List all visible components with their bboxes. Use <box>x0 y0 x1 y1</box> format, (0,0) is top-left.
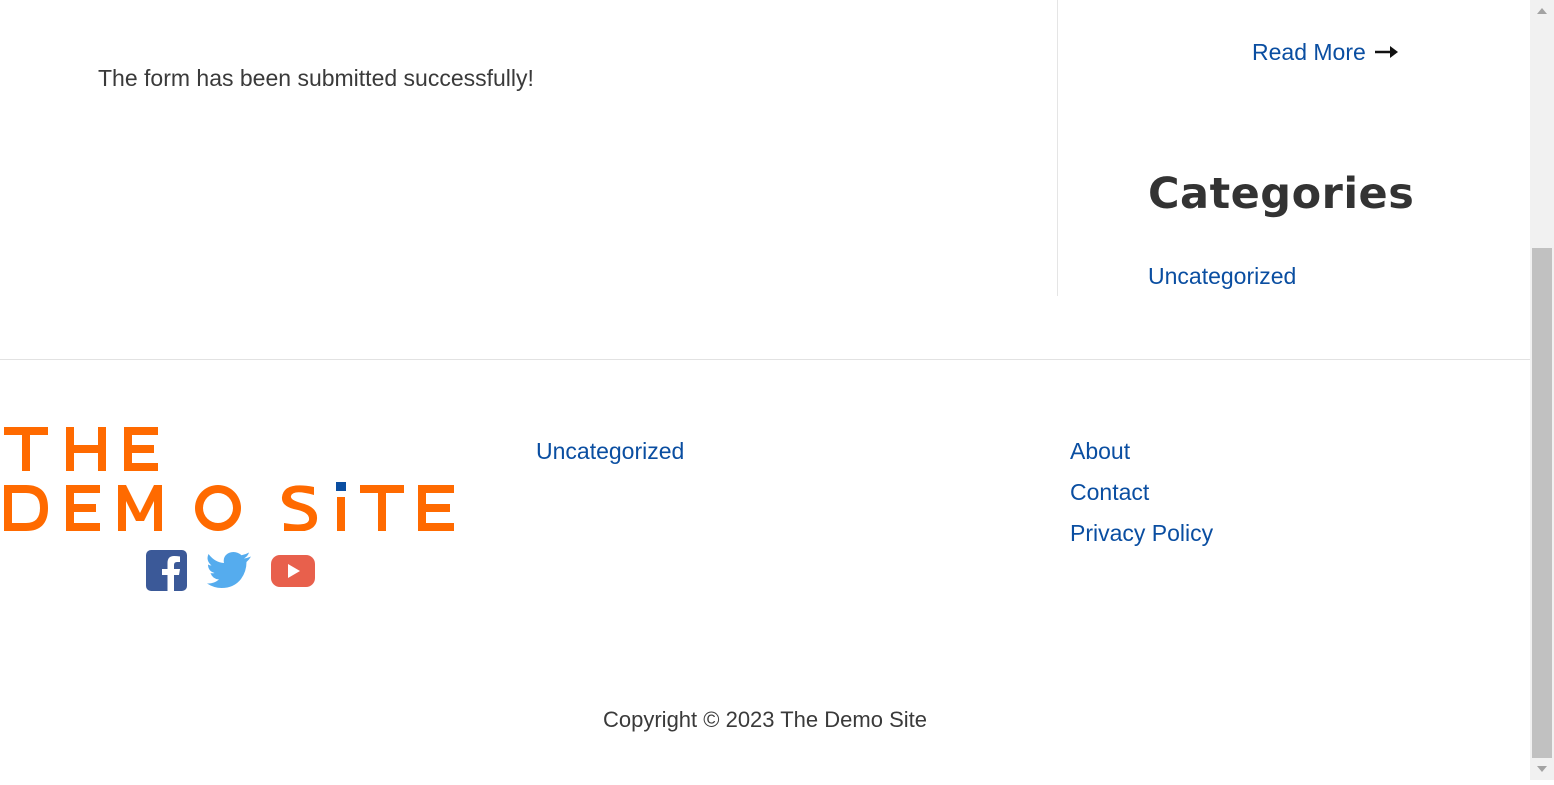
twitter-icon[interactable] <box>207 551 251 595</box>
scroll-up-arrow-icon[interactable] <box>1530 0 1554 22</box>
vertical-scrollbar[interactable] <box>1530 0 1554 780</box>
form-success-message: The form has been submitted successfully… <box>98 65 534 91</box>
youtube-icon[interactable] <box>271 554 315 592</box>
categories-heading: Categories <box>1148 169 1415 219</box>
arrow-right-icon <box>1374 40 1398 64</box>
scroll-down-arrow-icon[interactable] <box>1530 758 1554 780</box>
facebook-icon[interactable] <box>146 550 187 596</box>
copyright-text: Copyright © 2023 The Demo Site <box>603 707 927 732</box>
read-more-label: Read More <box>1252 39 1366 65</box>
footer-divider <box>0 359 1530 360</box>
page: The form has been submitted successfully… <box>0 0 1530 780</box>
footer-categories-menu: Uncategorized <box>536 431 684 472</box>
footer-link-contact[interactable]: Contact <box>1070 472 1213 513</box>
footer-link-about[interactable]: About <box>1070 431 1213 472</box>
social-links <box>146 550 315 596</box>
main-content: The form has been submitted successfully… <box>0 0 1057 296</box>
sidebar: Read More Categories Uncategorized <box>1058 0 1530 296</box>
scrollbar-thumb[interactable] <box>1532 248 1552 758</box>
site-logo[interactable] <box>4 427 456 532</box>
read-more-link[interactable]: Read More <box>1252 36 1398 68</box>
footer-link-privacy-policy[interactable]: Privacy Policy <box>1070 513 1213 554</box>
site-logo-graphic <box>4 427 454 532</box>
footer-pages-menu: About Contact Privacy Policy <box>1070 431 1213 554</box>
category-link-uncategorized[interactable]: Uncategorized <box>1148 260 1296 292</box>
footer-link-uncategorized[interactable]: Uncategorized <box>536 431 684 472</box>
